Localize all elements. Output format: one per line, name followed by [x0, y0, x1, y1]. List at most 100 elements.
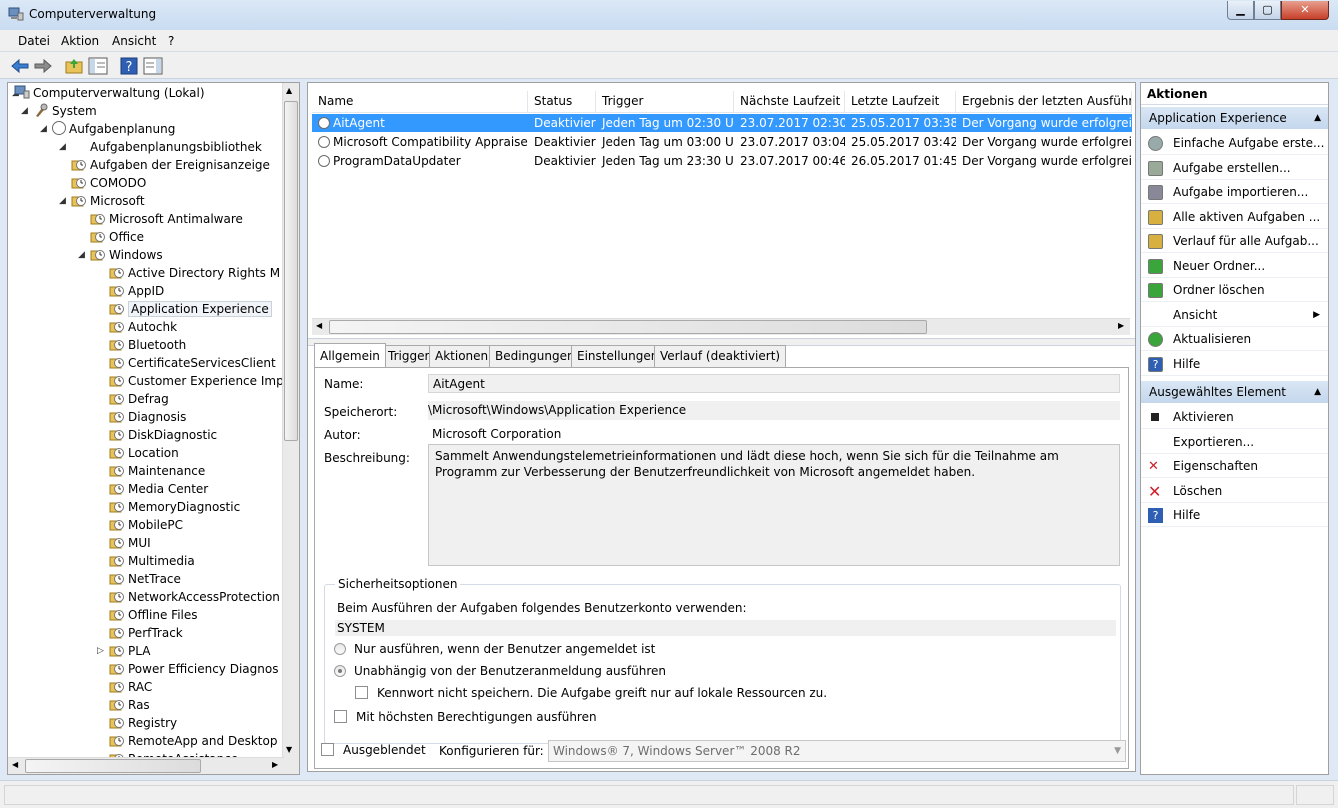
tree-hscroll-thumb[interactable]	[25, 759, 201, 773]
tree-item[interactable]: MemoryDiagnostic	[109, 498, 240, 516]
tree-item[interactable]: Aufgaben der Ereignisanzeige	[71, 156, 270, 174]
tab-history[interactable]: Verlauf (deaktiviert)	[654, 345, 787, 367]
actions-section-task-folder[interactable]: Application Experience ▲	[1141, 107, 1328, 129]
navigation-tree[interactable]: ◢ Computerverwaltung (Lokal) ◢ System ◢ …	[7, 82, 300, 775]
tree-item[interactable]: Offline Files	[109, 606, 198, 624]
collapse-arrow-icon[interactable]: ◢	[21, 102, 28, 120]
action-item[interactable]: ? Hilfe	[1141, 503, 1328, 527]
tree-item[interactable]: Office	[90, 228, 144, 246]
description-field[interactable]: Sammelt Anwendungstelemetrieinformatione…	[428, 444, 1120, 566]
show-hide-tree-icon[interactable]	[88, 56, 108, 76]
action-item[interactable]: Neuer Ordner...	[1141, 254, 1328, 278]
tree-item[interactable]: PLA	[109, 642, 150, 660]
action-item[interactable]: Alle aktiven Aufgaben ...	[1141, 205, 1328, 229]
tree-item[interactable]: Autochk	[109, 318, 177, 336]
tree-item[interactable]: MobilePC	[109, 516, 183, 534]
task-row[interactable]: Microsoft Compatibility Appraiser Deakti…	[312, 133, 1132, 151]
action-item[interactable]: Aktualisieren	[1141, 327, 1328, 351]
tree-item[interactable]: RAC	[109, 678, 152, 696]
back-icon[interactable]	[10, 56, 30, 76]
scroll-left-icon[interactable]: ◀	[12, 760, 18, 769]
action-item[interactable]: Aufgabe importieren...	[1141, 180, 1328, 204]
tree-item[interactable]: Bluetooth	[109, 336, 186, 354]
tree-item[interactable]: Customer Experience Imp	[109, 372, 284, 390]
collapse-arrow-icon[interactable]: ◢	[59, 192, 66, 210]
action-item[interactable]: Aufgabe erstellen...	[1141, 156, 1328, 180]
tree-item[interactable]: Registry	[109, 714, 177, 732]
maximize-button[interactable]: ▢	[1254, 1, 1281, 20]
scroll-down-icon[interactable]: ▼	[286, 745, 292, 754]
action-item[interactable]: Ordner löschen	[1141, 278, 1328, 302]
col-name[interactable]: Name	[312, 91, 528, 113]
checkbox-highest-privileges[interactable]: Mit höchsten Berechtigungen ausführen	[334, 710, 597, 724]
expand-arrow-icon[interactable]: ▷	[97, 642, 104, 660]
tree-item[interactable]: RemoteApp and Desktop	[109, 732, 277, 750]
name-field[interactable]: AitAgent	[428, 374, 1120, 393]
action-item[interactable]: ✕ Löschen	[1141, 479, 1328, 503]
tree-item[interactable]: Multimedia	[109, 552, 195, 570]
tree-item[interactable]: NetworkAccessProtection	[109, 588, 280, 606]
tree-system[interactable]: System	[33, 102, 97, 120]
tab-conditions[interactable]: Bedingungen	[489, 345, 581, 367]
checkbox-hidden[interactable]: Ausgeblendet	[321, 743, 426, 757]
col-next-run[interactable]: Nächste Laufzeit	[734, 91, 845, 113]
task-list-scroll-thumb[interactable]	[329, 320, 927, 334]
tree-item[interactable]: Location	[109, 444, 179, 462]
collapse-arrow-icon[interactable]: ◢	[78, 246, 85, 264]
col-result[interactable]: Ergebnis der letzten Ausführung	[956, 91, 1132, 113]
task-row[interactable]: AitAgent Deaktiviert Jeden Tag um 02:30 …	[312, 114, 1132, 132]
tree-item[interactable]: Ras	[109, 696, 150, 714]
tree-item[interactable]: DiskDiagnostic	[109, 426, 217, 444]
tree-item[interactable]: Windows	[90, 246, 163, 264]
tree-item[interactable]: Power Efficiency Diagnos	[109, 660, 278, 678]
checkbox-no-password[interactable]: Kennwort nicht speichern. Die Aufgabe gr…	[355, 686, 827, 700]
col-trigger[interactable]: Trigger	[596, 91, 734, 113]
tab-triggers[interactable]: Trigger	[382, 345, 436, 367]
tree-item[interactable]: Diagnosis	[109, 408, 186, 426]
tree-item[interactable]: NetTrace	[109, 570, 181, 588]
close-button[interactable]: ✕	[1281, 1, 1329, 20]
configure-for-dropdown[interactable]: Windows® 7, Windows Server™ 2008 R2 ▼	[548, 740, 1126, 762]
up-folder-icon[interactable]	[64, 56, 84, 76]
col-last-run[interactable]: Letzte Laufzeit	[845, 91, 956, 113]
tree-item[interactable]: CertificateServicesClient	[109, 354, 276, 372]
action-item[interactable]: Aktivieren	[1141, 405, 1328, 429]
tree-item[interactable]: AppID	[109, 282, 164, 300]
tree-item[interactable]: Active Directory Rights M	[109, 264, 280, 282]
tree-item[interactable]: Microsoft	[71, 192, 145, 210]
scroll-right-icon[interactable]: ▶	[272, 760, 278, 769]
col-status[interactable]: Status	[528, 91, 596, 113]
tree-item[interactable]: Application Experience	[109, 300, 272, 318]
scroll-up-icon[interactable]: ▲	[286, 86, 292, 95]
minimize-button[interactable]: ▁	[1227, 1, 1254, 20]
scroll-left-icon[interactable]: ◀	[316, 321, 322, 330]
action-item[interactable]: Einfache Aufgabe erste...	[1141, 131, 1328, 155]
tree-horizontal-scrollbar[interactable]: ◀ ▶	[8, 757, 284, 774]
action-item[interactable]: ✕ Eigenschaften	[1141, 454, 1328, 478]
task-row[interactable]: ProgramDataUpdater Deaktiviert Jeden Tag…	[312, 152, 1132, 170]
tree-item[interactable]: COMODO	[71, 174, 146, 192]
menu-datei[interactable]: Datei	[18, 34, 50, 48]
task-list-horizontal-scrollbar[interactable]: ◀ ▶	[312, 318, 1130, 335]
tab-actions[interactable]: Aktionen	[429, 345, 495, 367]
action-item[interactable]: Ansicht ▶	[1141, 303, 1328, 327]
help-icon[interactable]: ?	[119, 56, 139, 76]
tree-scroll-thumb[interactable]	[284, 101, 298, 441]
scroll-right-icon[interactable]: ▶	[1118, 321, 1124, 330]
action-item[interactable]: Exportieren...	[1141, 430, 1328, 454]
tree-item[interactable]: Microsoft Antimalware	[90, 210, 243, 228]
collapse-arrow-icon[interactable]: ◢	[59, 138, 66, 156]
action-item[interactable]: Verlauf für alle Aufgab...	[1141, 229, 1328, 253]
menu-ansicht[interactable]: Ansicht	[112, 34, 156, 48]
menu-help[interactable]: ?	[168, 34, 174, 48]
show-hide-actions-icon[interactable]	[143, 56, 163, 76]
tab-settings[interactable]: Einstellungen	[571, 345, 665, 367]
radio-run-logged-on[interactable]: Nur ausführen, wenn der Benutzer angemel…	[334, 642, 655, 656]
collapse-arrow-icon[interactable]: ◢	[40, 120, 47, 138]
tree-item[interactable]: Media Center	[109, 480, 208, 498]
tree-item[interactable]: Defrag	[109, 390, 169, 408]
tab-general[interactable]: Allgemein	[314, 343, 386, 367]
tree-library[interactable]: Aufgabenplanungsbibliothek	[71, 138, 262, 156]
forward-icon[interactable]	[33, 56, 53, 76]
radio-run-independent[interactable]: Unabhängig von der Benutzeranmeldung aus…	[334, 664, 666, 678]
